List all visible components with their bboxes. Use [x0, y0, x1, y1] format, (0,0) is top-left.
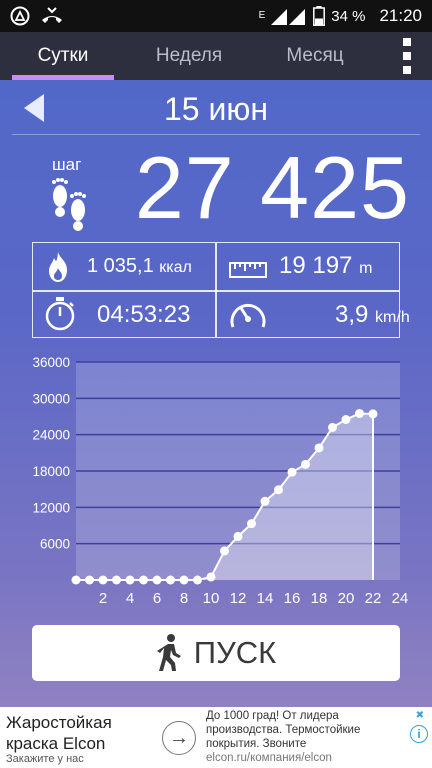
data-point: [139, 575, 148, 585]
speed-value: 3,9: [335, 301, 369, 328]
overflow-menu-icon[interactable]: [402, 38, 412, 74]
data-point: [98, 575, 108, 585]
distance-cell: 19 197 m: [217, 243, 399, 290]
ad-banner[interactable]: Жаростойкая краска Elcon Закажите у нас …: [0, 707, 432, 768]
status-bar: E 34 % 21:20: [0, 0, 432, 32]
steps-label: шаг: [52, 155, 82, 174]
speed-cell: 3,9 km/h: [217, 292, 410, 339]
data-point: [233, 531, 243, 541]
start-button-label: ПУСК: [193, 635, 277, 670]
previous-day-icon[interactable]: [24, 94, 44, 122]
stats-grid: 1 035,1 ккал 19 197 m 04:53:23 3,9 km/h: [32, 242, 410, 339]
y-tick-label: 30000: [32, 391, 70, 406]
calories-value: 1 035,1: [87, 255, 154, 277]
data-point: [328, 422, 337, 432]
data-point: [112, 575, 121, 585]
close-icon[interactable]: ✖: [416, 710, 424, 721]
data-point: [301, 459, 310, 469]
y-tick-label: 24000: [32, 428, 70, 443]
ad-subtitle: Закажите у нас: [6, 753, 84, 765]
data-point: [260, 496, 270, 506]
arrow-right-icon[interactable]: →: [162, 721, 196, 755]
notification-icon: [10, 6, 30, 26]
walking-person-icon: [156, 634, 181, 671]
steps-count: 27 425: [134, 138, 410, 237]
ruler-icon: [229, 262, 267, 278]
data-point: [247, 519, 256, 529]
duration-cell: 04:53:23: [33, 292, 215, 339]
data-point: [341, 415, 351, 425]
calories-cell: 1 035,1 ккал: [33, 243, 215, 290]
tab-week[interactable]: Неделя: [138, 32, 240, 80]
ad-title: Жаростойкая краска Elcon: [6, 713, 112, 753]
x-tick-label: 18: [311, 590, 328, 607]
x-tick-label: 20: [338, 590, 355, 607]
y-tick-label: 12000: [32, 500, 70, 515]
battery-percent: 34 %: [331, 7, 366, 25]
data-point: [274, 485, 283, 495]
current-date: 15 июн: [163, 90, 269, 127]
x-tick-label: 22: [365, 590, 382, 607]
data-point: [368, 409, 378, 419]
x-tick-label: 4: [126, 590, 134, 607]
data-point: [179, 575, 189, 585]
divider: [12, 134, 420, 135]
x-tick-label: 8: [180, 590, 188, 607]
missed-call-icon: [42, 7, 62, 23]
x-tick-label: 6: [153, 590, 161, 607]
x-tick-label: 16: [284, 590, 301, 607]
fire-icon: [49, 252, 67, 282]
footprints-icon: [52, 178, 86, 231]
data-point: [85, 575, 94, 585]
data-point: [355, 408, 364, 418]
ad-text: До 1000 град! От лидера производства. Те…: [206, 709, 412, 765]
data-point: [166, 575, 175, 585]
battery-icon: [313, 6, 326, 26]
stopwatch-icon: [45, 297, 75, 331]
signal-icon: [271, 9, 306, 25]
distance-value: 19 197: [279, 252, 353, 279]
data-point: [220, 546, 229, 556]
start-button[interactable]: ПУСК: [32, 625, 400, 681]
tab-month[interactable]: Месяц: [264, 32, 366, 80]
distance-unit: m: [359, 260, 373, 277]
tab-bar: Сутки Неделя Месяц: [0, 32, 432, 80]
steps-chart: 600012000180002400030000360002 4 6 8 10 12 14 1…: [32, 355, 409, 607]
x-tick-label: 14: [257, 590, 274, 607]
tab-day[interactable]: Сутки: [12, 32, 114, 80]
x-tick-label: 24: [392, 590, 409, 607]
data-point: [125, 575, 135, 585]
x-tick-label: 12: [230, 590, 247, 607]
data-point: [152, 575, 162, 585]
x-tick-label: 10: [203, 590, 220, 607]
y-tick-label: 36000: [32, 355, 70, 370]
speed-unit: km/h: [375, 309, 410, 326]
data-point: [193, 575, 202, 585]
data-point: [287, 467, 297, 477]
calories-unit: ккал: [159, 259, 192, 276]
speedometer-icon: [230, 304, 266, 328]
info-icon[interactable]: i: [410, 725, 428, 743]
data-point: [206, 572, 216, 582]
y-tick-label: 6000: [40, 537, 70, 552]
duration-value: 04:53:23: [97, 301, 191, 328]
ad-url: elcon.ru/компания/elcon: [206, 752, 332, 764]
network-type: E: [258, 10, 266, 21]
data-point: [71, 575, 81, 585]
data-point: [314, 443, 324, 453]
ad-description: До 1000 град! От лидера производства. Те…: [206, 710, 361, 750]
x-tick-label: 2: [99, 590, 107, 607]
clock: 21:20: [379, 6, 422, 25]
date-row: 15 июн: [0, 84, 432, 134]
y-tick-label: 18000: [32, 464, 70, 479]
